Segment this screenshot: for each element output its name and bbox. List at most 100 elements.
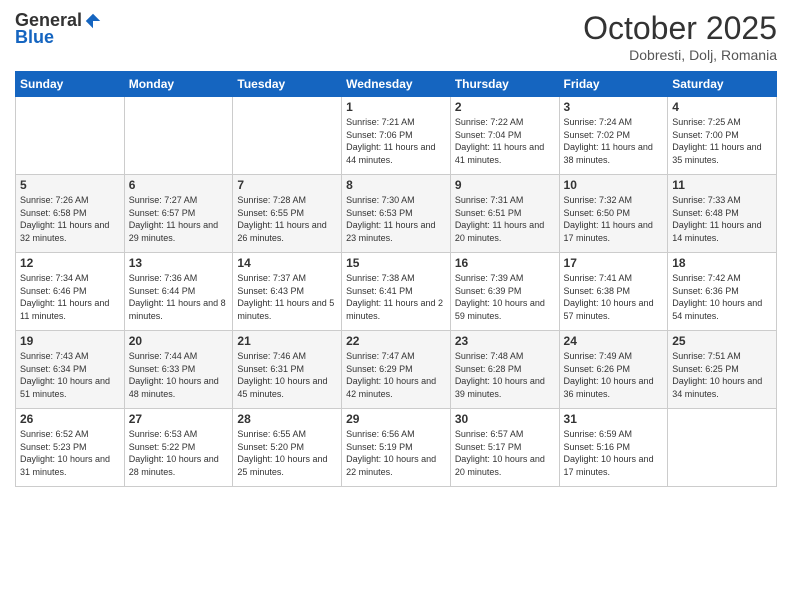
day-cell: 25 Sunrise: 7:51 AM Sunset: 6:25 PM Dayli… — [668, 331, 777, 409]
day-cell: 28 Sunrise: 6:55 AM Sunset: 5:20 PM Dayli… — [233, 409, 342, 487]
day-number: 25 — [672, 334, 772, 348]
day-info: Sunrise: 7:31 AM Sunset: 6:51 PM Dayligh… — [455, 194, 555, 244]
day-info: Sunrise: 7:32 AM Sunset: 6:50 PM Dayligh… — [564, 194, 664, 244]
day-cell: 14Sunrise: 7:37 AM Sunset: 6:43 PM Dayli… — [233, 253, 342, 331]
day-cell: 9 Sunrise: 7:31 AM Sunset: 6:51 PM Daylig… — [450, 175, 559, 253]
day-cell: 16Sunrise: 7:39 AM Sunset: 6:39 PM Dayli… — [450, 253, 559, 331]
day-info: Sunrise: 6:56 AM Sunset: 5:19 PM Dayligh… — [346, 428, 446, 478]
day-number: 13 — [129, 256, 229, 270]
day-cell: 29 Sunrise: 6:56 AM Sunset: 5:19 PM Dayli… — [342, 409, 451, 487]
day-number: 9 — [455, 178, 555, 192]
weekday-header-monday: Monday — [124, 72, 233, 97]
day-cell — [233, 97, 342, 175]
day-cell: 10 Sunrise: 7:32 AM Sunset: 6:50 PM Dayli… — [559, 175, 668, 253]
weekday-header-sunday: Sunday — [16, 72, 125, 97]
weekday-header-row: SundayMondayTuesdayWednesdayThursdayFrid… — [16, 72, 777, 97]
day-cell: 19 Sunrise: 7:43 AM Sunset: 6:34 PM Dayli… — [16, 331, 125, 409]
day-number: 2 — [455, 100, 555, 114]
title-block: October 2025 Dobresti, Dolj, Romania — [583, 10, 777, 63]
day-info: Sunrise: 7:21 AM Sunset: 7:06 PM Dayligh… — [346, 116, 446, 166]
day-number: 17 — [564, 256, 664, 270]
weekday-header-thursday: Thursday — [450, 72, 559, 97]
day-info: Sunrise: 6:52 AM Sunset: 5:23 PM Dayligh… — [20, 428, 120, 478]
day-info: Sunrise: 7:28 AM Sunset: 6:55 PM Dayligh… — [237, 194, 337, 244]
day-number: 10 — [564, 178, 664, 192]
day-cell: 3 Sunrise: 7:24 AM Sunset: 7:02 PM Daylig… — [559, 97, 668, 175]
day-info: Sunrise: 7:25 AM Sunset: 7:00 PM Dayligh… — [672, 116, 772, 166]
day-number: 12 — [20, 256, 120, 270]
day-info: Sunrise: 6:59 AM Sunset: 5:16 PM Dayligh… — [564, 428, 664, 478]
day-info: Sunrise: 6:57 AM Sunset: 5:17 PM Dayligh… — [455, 428, 555, 478]
day-cell: 22 Sunrise: 7:47 AM Sunset: 6:29 PM Dayli… — [342, 331, 451, 409]
day-info: Sunrise: 7:49 AM Sunset: 6:26 PM Dayligh… — [564, 350, 664, 400]
day-number: 29 — [346, 412, 446, 426]
day-cell: 11Sunrise: 7:33 AM Sunset: 6:48 PM Dayli… — [668, 175, 777, 253]
weekday-header-saturday: Saturday — [668, 72, 777, 97]
day-cell: 27Sunrise: 6:53 AM Sunset: 5:22 PM Dayli… — [124, 409, 233, 487]
day-number: 30 — [455, 412, 555, 426]
calendar-table: SundayMondayTuesdayWednesdayThursdayFrid… — [15, 71, 777, 487]
day-number: 5 — [20, 178, 120, 192]
day-info: Sunrise: 7:24 AM Sunset: 7:02 PM Dayligh… — [564, 116, 664, 166]
day-info: Sunrise: 7:30 AM Sunset: 6:53 PM Dayligh… — [346, 194, 446, 244]
day-cell: 12 Sunrise: 7:34 AM Sunset: 6:46 PM Dayli… — [16, 253, 125, 331]
day-number: 23 — [455, 334, 555, 348]
day-info: Sunrise: 7:51 AM Sunset: 6:25 PM Dayligh… — [672, 350, 772, 400]
day-cell: 13 Sunrise: 7:36 AM Sunset: 6:44 PM Dayli… — [124, 253, 233, 331]
location-subtitle: Dobresti, Dolj, Romania — [583, 47, 777, 63]
day-info: Sunrise: 7:46 AM Sunset: 6:31 PM Dayligh… — [237, 350, 337, 400]
day-number: 28 — [237, 412, 337, 426]
day-info: Sunrise: 7:26 AM Sunset: 6:58 PM Dayligh… — [20, 194, 120, 244]
day-info: Sunrise: 7:47 AM Sunset: 6:29 PM Dayligh… — [346, 350, 446, 400]
day-number: 8 — [346, 178, 446, 192]
day-cell: 15Sunrise: 7:38 AM Sunset: 6:41 PM Dayli… — [342, 253, 451, 331]
day-number: 7 — [237, 178, 337, 192]
day-cell: 5 Sunrise: 7:26 AM Sunset: 6:58 PM Daylig… — [16, 175, 125, 253]
day-cell: 24 Sunrise: 7:49 AM Sunset: 6:26 PM Dayli… — [559, 331, 668, 409]
day-number: 24 — [564, 334, 664, 348]
weekday-header-tuesday: Tuesday — [233, 72, 342, 97]
month-title: October 2025 — [583, 10, 777, 47]
day-cell: 20Sunrise: 7:44 AM Sunset: 6:33 PM Dayli… — [124, 331, 233, 409]
weekday-header-wednesday: Wednesday — [342, 72, 451, 97]
logo: General Blue — [15, 10, 102, 48]
day-info: Sunrise: 7:44 AM Sunset: 6:33 PM Dayligh… — [129, 350, 229, 400]
day-cell: 23 Sunrise: 7:48 AM Sunset: 6:28 PM Dayli… — [450, 331, 559, 409]
day-number: 11 — [672, 178, 772, 192]
logo-icon — [84, 12, 102, 30]
day-cell — [668, 409, 777, 487]
day-cell: 30 Sunrise: 6:57 AM Sunset: 5:17 PM Dayli… — [450, 409, 559, 487]
day-number: 22 — [346, 334, 446, 348]
day-info: Sunrise: 7:43 AM Sunset: 6:34 PM Dayligh… — [20, 350, 120, 400]
day-info: Sunrise: 7:36 AM Sunset: 6:44 PM Dayligh… — [129, 272, 229, 322]
week-row-3: 12 Sunrise: 7:34 AM Sunset: 6:46 PM Dayli… — [16, 253, 777, 331]
day-number: 18 — [672, 256, 772, 270]
day-cell: 8 Sunrise: 7:30 AM Sunset: 6:53 PM Daylig… — [342, 175, 451, 253]
calendar-page: General Blue October 2025 Dobresti, Dolj… — [0, 0, 792, 612]
day-info: Sunrise: 7:34 AM Sunset: 6:46 PM Dayligh… — [20, 272, 120, 322]
week-row-2: 5 Sunrise: 7:26 AM Sunset: 6:58 PM Daylig… — [16, 175, 777, 253]
day-info: Sunrise: 7:42 AM Sunset: 6:36 PM Dayligh… — [672, 272, 772, 322]
week-row-5: 26 Sunrise: 6:52 AM Sunset: 5:23 PM Dayli… — [16, 409, 777, 487]
day-cell: 18 Sunrise: 7:42 AM Sunset: 6:36 PM Dayli… — [668, 253, 777, 331]
day-number: 16 — [455, 256, 555, 270]
day-info: Sunrise: 7:22 AM Sunset: 7:04 PM Dayligh… — [455, 116, 555, 166]
day-info: Sunrise: 7:48 AM Sunset: 6:28 PM Dayligh… — [455, 350, 555, 400]
day-number: 4 — [672, 100, 772, 114]
day-number: 3 — [564, 100, 664, 114]
day-info: Sunrise: 6:55 AM Sunset: 5:20 PM Dayligh… — [237, 428, 337, 478]
day-info: Sunrise: 7:27 AM Sunset: 6:57 PM Dayligh… — [129, 194, 229, 244]
day-number: 1 — [346, 100, 446, 114]
week-row-4: 19 Sunrise: 7:43 AM Sunset: 6:34 PM Dayli… — [16, 331, 777, 409]
day-number: 6 — [129, 178, 229, 192]
day-number: 31 — [564, 412, 664, 426]
day-cell: 2 Sunrise: 7:22 AM Sunset: 7:04 PM Daylig… — [450, 97, 559, 175]
day-number: 26 — [20, 412, 120, 426]
header: General Blue October 2025 Dobresti, Dolj… — [15, 10, 777, 63]
day-cell: 17Sunrise: 7:41 AM Sunset: 6:38 PM Dayli… — [559, 253, 668, 331]
day-number: 21 — [237, 334, 337, 348]
logo-blue: Blue — [15, 27, 54, 48]
day-number: 19 — [20, 334, 120, 348]
day-cell: 31 Sunrise: 6:59 AM Sunset: 5:16 PM Dayli… — [559, 409, 668, 487]
day-cell: 26 Sunrise: 6:52 AM Sunset: 5:23 PM Dayli… — [16, 409, 125, 487]
